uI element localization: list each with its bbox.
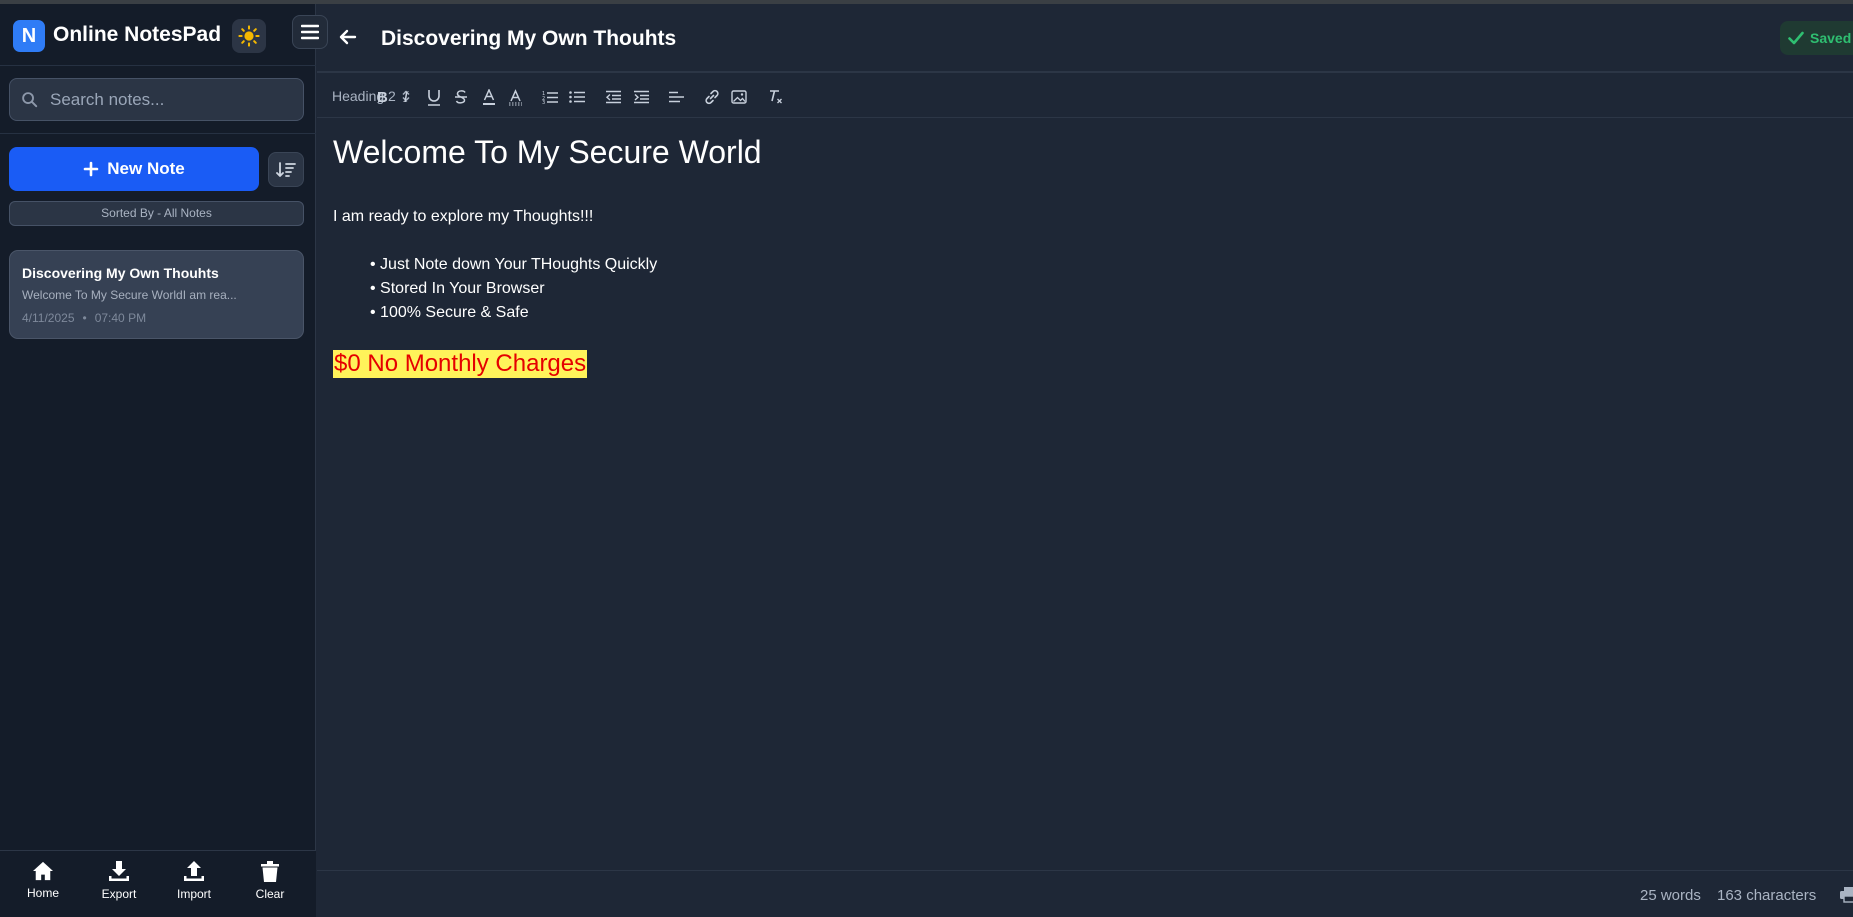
text-color-button[interactable] (480, 88, 498, 106)
content-bullet-item: • 100% Secure & Safe (370, 304, 529, 321)
ordered-list-icon: 123 (542, 91, 558, 104)
nav-export-button[interactable]: Export (89, 861, 149, 909)
align-left-button[interactable] (667, 88, 685, 106)
editor-area: Discovering My Own Thouhts Saved Heading… (317, 4, 1853, 917)
clear-format-icon (770, 90, 782, 104)
back-button[interactable] (339, 29, 357, 50)
outdent-icon (605, 90, 621, 104)
plus-icon (83, 161, 99, 177)
underline-icon (428, 89, 440, 106)
note-title[interactable]: Discovering My Own Thouhts (381, 27, 676, 51)
app-logo[interactable]: N (13, 20, 45, 52)
sorted-by-label: Sorted By - All Notes (9, 201, 304, 226)
link-icon (705, 89, 719, 105)
new-note-button[interactable]: New Note (9, 147, 259, 191)
editor-header: Discovering My Own Thouhts Saved (317, 4, 1853, 73)
align-left-icon (669, 91, 684, 103)
theme-toggle-button[interactable] (232, 19, 266, 53)
note-item-separator: • (82, 311, 87, 325)
nav-export-label: Export (101, 887, 137, 901)
brand-row: N Online NotesPad (0, 4, 316, 66)
word-count: 25 words (1640, 887, 1701, 904)
underline-button[interactable] (425, 88, 443, 106)
content-bullet-item: • Just Note down Your THoughts Quickly (370, 256, 658, 273)
sidebar-menu-button[interactable] (292, 15, 328, 49)
search-box (9, 78, 304, 121)
note-item-preview: Welcome To My Secure WorldI am rea... (22, 288, 237, 302)
italic-button[interactable]: I (398, 88, 416, 106)
clear-format-button[interactable] (767, 88, 785, 106)
nav-home-label: Home (26, 886, 59, 900)
character-count: 163 characters (1717, 887, 1817, 904)
svg-text:3: 3 (542, 100, 545, 104)
arrow-left-icon (339, 29, 357, 45)
home-icon (33, 861, 53, 881)
highlight-color-icon (508, 88, 522, 105)
link-button[interactable] (703, 88, 721, 106)
italic-icon: I (402, 89, 409, 105)
bullet-list-button[interactable] (568, 88, 586, 106)
download-icon (109, 861, 129, 881)
svg-text:I: I (402, 89, 409, 105)
note-item-time: 07:40 PM (94, 311, 147, 325)
sun-icon (238, 25, 260, 47)
image-button[interactable] (730, 88, 748, 106)
highlight-color-button[interactable] (506, 88, 524, 106)
strikethrough-icon (455, 90, 467, 104)
divider (0, 133, 316, 134)
saved-label: Saved (1810, 30, 1852, 46)
indent-icon (634, 90, 649, 104)
ordered-list-button[interactable]: 123 (541, 88, 559, 106)
status-bar: 25 words 163 characters (317, 870, 1853, 917)
bold-icon: B (377, 89, 388, 105)
content-bullet-list: • Just Note down Your THoughts Quickly •… (370, 256, 657, 328)
hamburger-icon (301, 24, 319, 40)
search-icon (22, 92, 38, 108)
bullet-list-icon (569, 91, 585, 103)
bottom-nav: Home Export Import Clear (0, 850, 316, 917)
saved-status-badge: Saved (1780, 21, 1853, 55)
text-color-icon (483, 88, 495, 105)
trash-icon (261, 861, 279, 882)
content-heading: Welcome To My Secure World (333, 134, 762, 170)
sort-icon (276, 161, 296, 177)
new-note-label: New Note (107, 159, 185, 178)
content-bullet-item: • Stored In Your Browser (370, 280, 545, 297)
image-icon (731, 90, 747, 104)
note-item-date: 4/11/2025 (22, 311, 75, 325)
svg-text:B: B (377, 89, 388, 105)
nav-import-button[interactable]: Import (164, 861, 224, 909)
nav-clear-button[interactable]: Clear (240, 861, 300, 909)
outdent-button[interactable] (604, 88, 622, 106)
sort-button[interactable] (268, 152, 304, 187)
nav-home-button[interactable]: Home (13, 861, 73, 909)
nav-clear-label: Clear (255, 887, 285, 901)
upload-icon (184, 861, 204, 881)
indent-button[interactable] (632, 88, 650, 106)
bold-button[interactable]: B (374, 88, 392, 106)
note-list-item[interactable]: Discovering My Own Thouhts Welcome To My… (9, 250, 304, 339)
app-name: Online NotesPad (53, 23, 222, 46)
sidebar: N Online NotesPad New Note (0, 4, 316, 917)
check-icon (1788, 31, 1804, 45)
search-input[interactable] (9, 78, 304, 121)
print-icon (1840, 887, 1853, 903)
note-item-meta: 4/11/2025 • 07:40 PM (22, 311, 146, 325)
formatting-toolbar: Heading 2 B I 123 (317, 75, 1853, 118)
print-button[interactable] (1840, 886, 1853, 908)
strikethrough-button[interactable] (452, 88, 470, 106)
content-highlighted-text: $0 No Monthly Charges (333, 350, 588, 378)
content-paragraph: I am ready to explore my Thoughts!!! (333, 208, 594, 225)
note-item-title: Discovering My Own Thouhts (22, 265, 219, 281)
nav-import-label: Import (176, 887, 211, 901)
